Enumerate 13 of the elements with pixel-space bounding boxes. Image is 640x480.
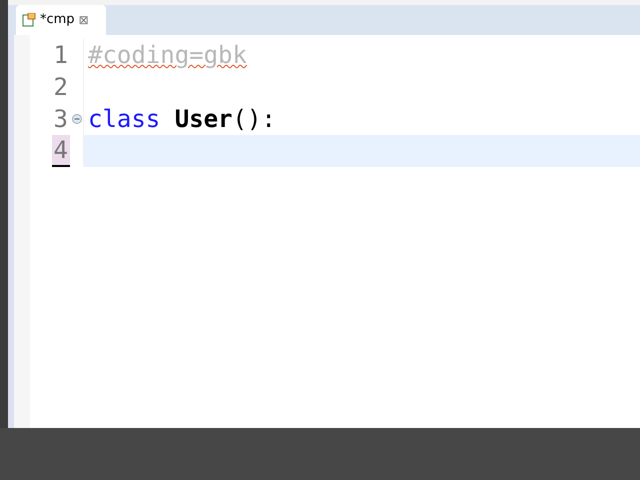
python-file-icon	[22, 13, 36, 27]
line-number: 2	[52, 72, 69, 103]
line-number: 3	[52, 104, 69, 135]
tab-title: *cmp	[40, 11, 75, 30]
code-token: ():	[232, 104, 276, 135]
code-token: class	[88, 104, 162, 135]
line-number: 1	[52, 40, 69, 71]
code-token: #coding=gbk	[88, 40, 247, 71]
fold-icon[interactable]	[72, 114, 82, 124]
editor-tab[interactable]: *cmp ⊠	[16, 5, 106, 35]
code-token: User	[174, 104, 232, 135]
line-number: 4	[52, 135, 70, 167]
close-icon[interactable]: ⊠	[78, 11, 89, 29]
